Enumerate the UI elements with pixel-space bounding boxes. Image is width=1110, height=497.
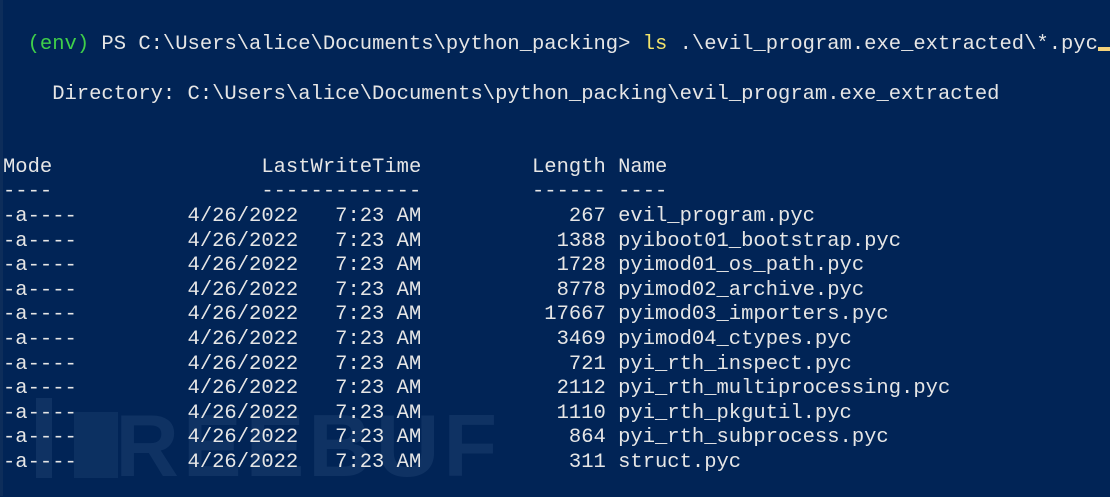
file-length: 267 (568, 205, 606, 228)
command-args: .\evil_program.exe_extracted\*.pyc (667, 33, 1098, 56)
file-length: 1110 (556, 401, 606, 425)
file-length: 1388 (556, 229, 606, 253)
table-row: -a---- 4/26/2022 7:23 AM 3469 pyimod04_ctype… (3, 328, 1103, 352)
file-name: pyi_rth_inspect.pyc (618, 352, 852, 376)
table-row: -a---- 4/26/2022 7:23 AM 864 pyi_rth_subproc… (3, 426, 1103, 450)
file-name: pyi_rth_multiprocessing.pyc (618, 377, 951, 401)
table-row: -a---- 4/26/2022 7:23 AM 8778 pyimod02_archi… (3, 279, 1103, 303)
table-row: -a---- 4/26/2022 7:23 AM 267 evil_program.py… (3, 205, 1103, 229)
file-length: 1728 (556, 254, 606, 278)
file-name: struct.pyc (618, 451, 742, 474)
command-name: ls (642, 33, 668, 56)
file-name: pyi_rth_subprocess.pyc (618, 426, 889, 450)
table-row: -a---- 4/26/2022 7:23 AM 1110 pyi_rth_pkguti… (3, 402, 1103, 426)
table-row: -a---- 4/26/2022 7:23 AM 721 pyi_rth_inspect… (3, 353, 1103, 377)
table-row: -a---- 4/26/2022 7:23 AM 17667 pyimod03_impo… (3, 303, 1103, 327)
table-header-underline: ---- ------------- ------ ---- (3, 180, 1103, 204)
file-length: 864 (568, 426, 606, 450)
file-name: pyimod04_ctypes.pyc (618, 328, 852, 351)
file-name: evil_program.pyc (618, 205, 815, 228)
prompt-line[interactable]: (env) PS C:\Users\alice\Documents\python… (3, 9, 1110, 56)
underline-length: ------ (531, 180, 606, 203)
file-length: 311 (568, 451, 606, 474)
file-name: pyimod02_archive.pyc (618, 278, 865, 302)
directory-line: Directory: C:\Users\alice\Documents\pyth… (3, 83, 1000, 106)
file-name: pyimod03_importers.pyc (618, 303, 889, 327)
table-row: -a---- 4/26/2022 7:23 AM 1728 pyimod01_os_pa… (3, 254, 1103, 278)
underline-name: ---- (618, 180, 668, 203)
text-cursor (1097, 47, 1110, 51)
file-length: 3469 (556, 328, 606, 351)
file-name: pyi_rth_pkgutil.pyc (618, 401, 852, 425)
table-row: -a---- 4/26/2022 7:23 AM 2112 pyi_rth_multip… (3, 377, 1103, 401)
table-row: -a---- 4/26/2022 7:23 AM 311 struct.pyc (3, 451, 1103, 475)
env-indicator: (env) (27, 33, 90, 56)
file-name: pyiboot01_bootstrap.pyc (618, 229, 902, 253)
file-length: 17667 (544, 303, 606, 327)
table-header: Mode LastWriteTime Length Name (3, 156, 1103, 180)
header-name: Name (618, 156, 668, 179)
table-row: -a---- 4/26/2022 7:23 AM 1388 pyiboot01_boot… (3, 230, 1103, 254)
file-length: 8778 (556, 278, 606, 302)
header-length: Length (531, 156, 606, 179)
prompt-path: PS C:\Users\alice\Documents\python_packi… (89, 33, 643, 56)
file-length: 721 (568, 352, 606, 376)
file-name: pyimod01_os_path.pyc (618, 254, 865, 278)
file-length: 2112 (556, 377, 606, 401)
